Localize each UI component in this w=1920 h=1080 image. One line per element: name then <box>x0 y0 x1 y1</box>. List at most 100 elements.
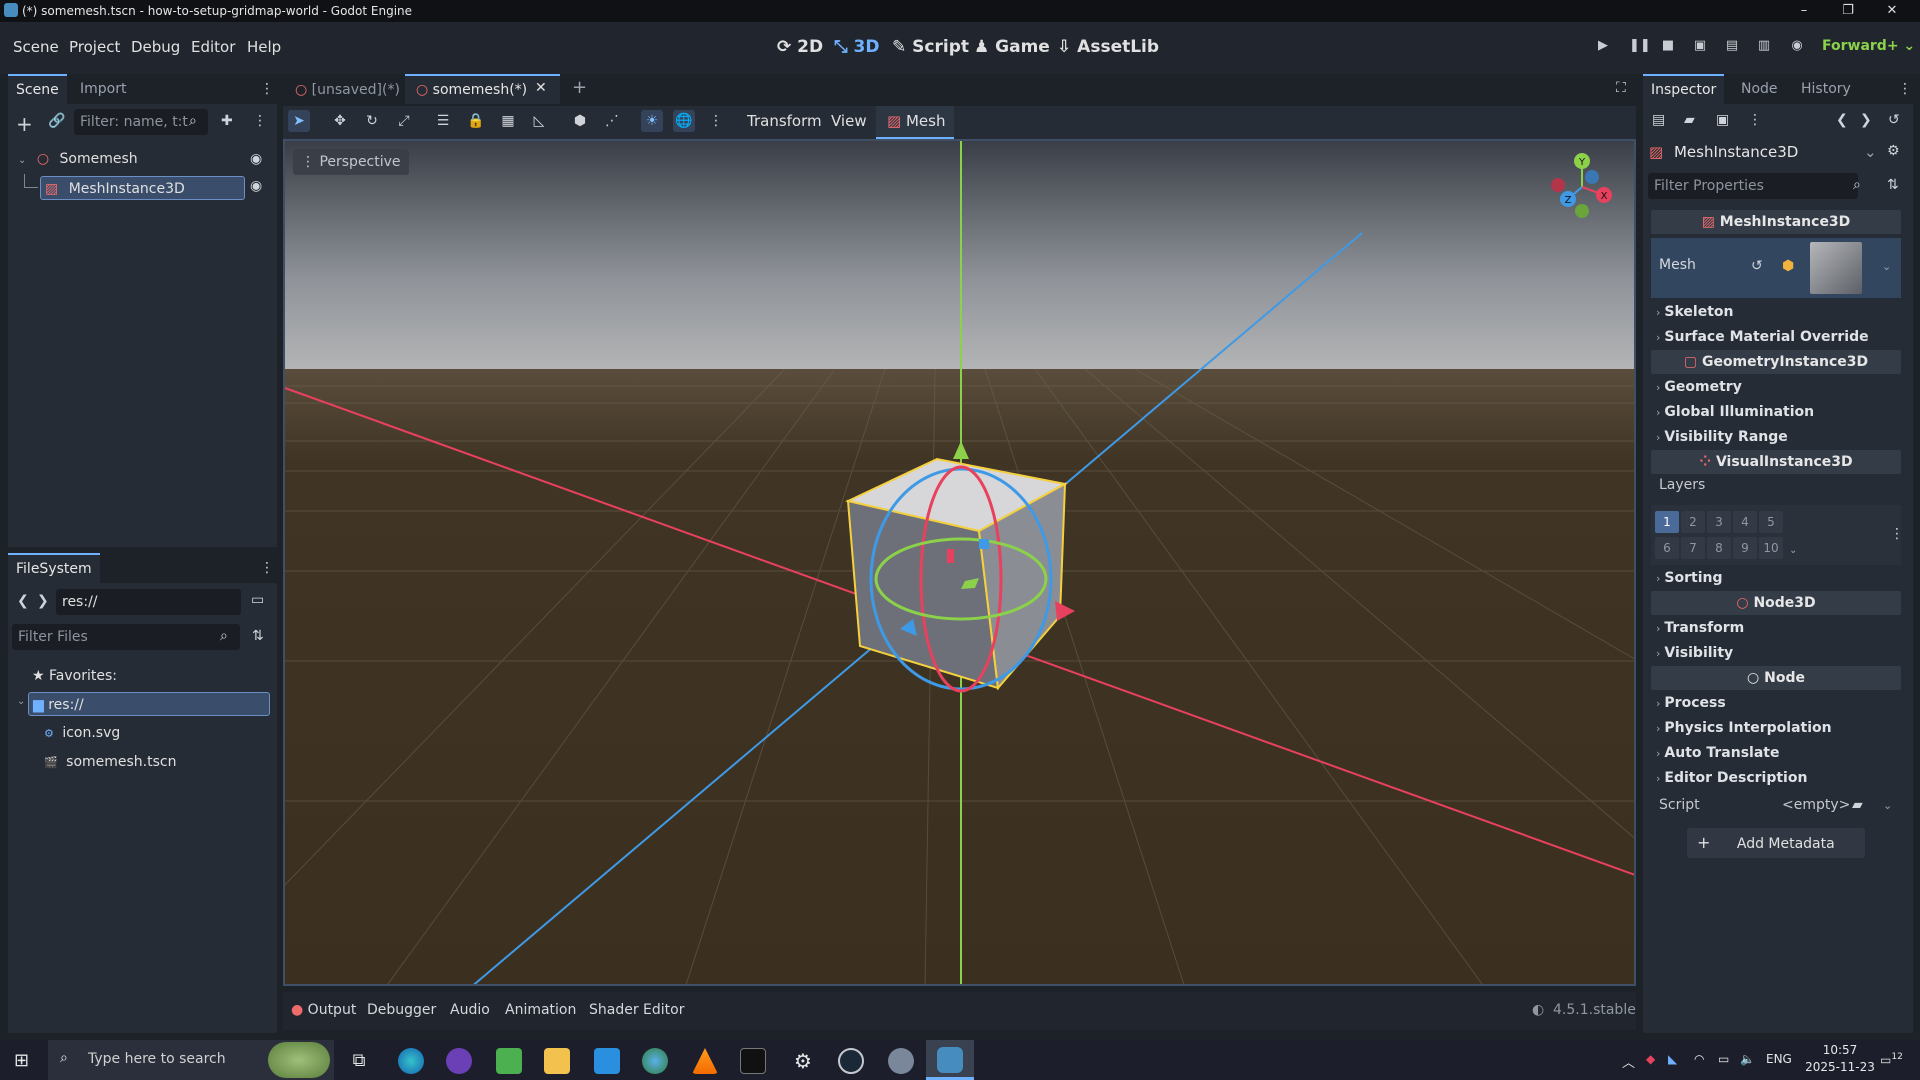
tab-shader-editor[interactable]: Shader Editor <box>589 1002 684 1018</box>
move-tool-icon[interactable]: ✥ <box>329 110 351 132</box>
tab-debugger[interactable]: Debugger <box>367 1002 436 1018</box>
split-view-icon[interactable]: ▭ <box>251 592 264 608</box>
scale-tool-icon[interactable]: ⤢ <box>393 110 415 132</box>
file-row-icon-svg[interactable]: ⚙ icon.svg <box>44 721 120 745</box>
revert-icon[interactable]: ↺ <box>1751 258 1763 274</box>
section-editor-description[interactable]: › Editor Description <box>1656 766 1807 790</box>
path-field[interactable]: res:// <box>56 589 241 615</box>
visibility-eye-icon[interactable]: ◉ <box>250 147 262 171</box>
section-physics-interpolation[interactable]: › Physics Interpolation <box>1656 716 1832 740</box>
play-scene-icon[interactable]: ▤ <box>1725 39 1739 53</box>
dock-menu-icon-3[interactable]: ⋮ <box>1898 81 1912 97</box>
add-tab-button[interactable]: + <box>572 77 587 98</box>
settings-gear-icon[interactable]: ⚙ <box>790 1048 816 1074</box>
layer-3[interactable]: 3 <box>1707 511 1731 533</box>
scene-menu-icon[interactable]: ⋮ <box>253 113 267 129</box>
layer-10[interactable]: 10 <box>1759 537 1783 559</box>
add-metadata-button[interactable]: + Add Metadata <box>1687 828 1865 858</box>
windows-start-icon[interactable]: ⊞ <box>14 1050 29 1071</box>
mode-script-button[interactable]: ✎ Script <box>892 37 969 57</box>
tab-filesystem[interactable]: FileSystem <box>8 553 100 583</box>
mesh-preview-thumbnail[interactable] <box>1810 242 1862 294</box>
object-history-icon[interactable]: ↺ <box>1888 112 1900 128</box>
local-space-icon[interactable]: ⬢ <box>569 110 591 132</box>
tray-app-icon[interactable]: ◆ <box>1646 1052 1655 1066</box>
task-view-icon[interactable]: ⧉ <box>346 1048 372 1074</box>
mode-assetlib-button[interactable]: ⇩ AssetLib <box>1057 37 1159 57</box>
mode-2d-button[interactable]: ⟳ 2D <box>777 37 823 57</box>
tree-row-somemesh[interactable]: ⌄ ○ Somemesh ◉ <box>18 147 268 171</box>
menu-scene[interactable]: Scene <box>13 38 59 56</box>
menu-debug[interactable]: Debug <box>131 38 180 56</box>
section-surface-material-override[interactable]: › Surface Material Override <box>1656 325 1869 349</box>
volume-icon[interactable]: 🔈 <box>1740 1052 1755 1066</box>
pause-icon[interactable]: ❚❚ <box>1629 39 1651 53</box>
add-node-icon[interactable]: + <box>16 112 33 136</box>
distraction-free-icon[interactable]: ⛶ <box>1616 80 1626 96</box>
link-icon[interactable]: 🔗 <box>48 113 65 129</box>
favorites-row[interactable]: ★ Favorites: <box>32 664 117 688</box>
section-sorting[interactable]: › Sorting <box>1656 566 1723 590</box>
script-property-value[interactable]: <empty> <box>1782 797 1850 813</box>
minimize-button[interactable]: – <box>1782 0 1826 22</box>
section-global-illumination[interactable]: › Global Illumination <box>1656 400 1814 424</box>
section-visibility-range[interactable]: › Visibility Range <box>1656 425 1788 449</box>
tab-inspector[interactable]: Inspector <box>1643 74 1725 104</box>
new-resource-icon[interactable]: ▤ <box>1652 112 1665 128</box>
battery-icon[interactable]: ▭ <box>1718 1052 1729 1066</box>
layer-9[interactable]: 9 <box>1733 537 1757 559</box>
notepad-icon[interactable] <box>496 1048 522 1074</box>
dock-menu-icon-2[interactable]: ⋮ <box>260 560 274 576</box>
terminal-icon[interactable] <box>740 1048 766 1074</box>
select-tool-icon[interactable]: ➤ <box>288 110 310 132</box>
res-root-row[interactable]: ▆ res:// <box>28 692 270 716</box>
menu-project[interactable]: Project <box>69 38 120 56</box>
tab-import[interactable]: Import <box>72 74 134 104</box>
vscode-icon[interactable] <box>594 1048 620 1074</box>
snap-icon[interactable]: ⋰ <box>601 110 623 132</box>
open-folder-icon[interactable]: ▰ <box>1684 112 1695 128</box>
scene-filter-input[interactable]: Filter: name, t:t <box>74 109 208 135</box>
edge-browser-icon[interactable] <box>398 1048 424 1074</box>
layer-1[interactable]: 1 <box>1655 511 1679 533</box>
close-tab-icon[interactable]: ✕ <box>535 80 547 96</box>
save-icon[interactable]: ▣ <box>1716 112 1729 128</box>
tree-row-meshinstance3d[interactable]: ▨ MeshInstance3D <box>40 176 245 200</box>
attach-script-icon[interactable]: ✚ <box>221 113 233 129</box>
tab-scene[interactable]: Scene <box>8 74 67 104</box>
group-icon[interactable]: ▦ <box>497 110 519 132</box>
notification-center-icon[interactable]: ▭12 <box>1880 1052 1903 1067</box>
layer-7[interactable]: 7 <box>1681 537 1705 559</box>
clock-time[interactable]: 10:57 <box>1808 1043 1872 1057</box>
godot-taskbar-button[interactable] <box>926 1040 974 1080</box>
github-desktop-icon[interactable] <box>446 1048 472 1074</box>
tray-chevron-icon[interactable]: ︿ <box>1622 1052 1635 1071</box>
layer-2[interactable]: 2 <box>1681 511 1705 533</box>
dock-menu-icon[interactable]: ⋮ <box>260 81 274 97</box>
rotate-tool-icon[interactable]: ↻ <box>361 110 383 132</box>
maximize-button[interactable]: ❐ <box>1826 0 1870 22</box>
chevron-down-icon-4[interactable]: ⌄ <box>1882 260 1891 273</box>
plane-handle-z[interactable] <box>979 539 989 549</box>
remote-debug-icon[interactable]: ▣ <box>1693 39 1707 53</box>
object-settings-icon[interactable]: ⚙ <box>1887 143 1900 159</box>
expand-layers-icon[interactable]: ⌄ <box>1789 545 1797 556</box>
layers-menu-icon[interactable]: ⋮ <box>1890 526 1904 542</box>
transform-menu[interactable]: Transform <box>747 110 822 132</box>
menu-editor[interactable]: Editor <box>191 38 235 56</box>
plane-handle-x[interactable] <box>947 549 954 563</box>
chevron-down-icon-5[interactable]: ⌄ <box>1883 799 1892 812</box>
menu-help[interactable]: Help <box>247 38 281 56</box>
tab-output[interactable]: ● Output <box>291 1002 356 1018</box>
file-row-somemesh[interactable]: 🎬 somemesh.tscn <box>44 750 177 774</box>
node-selector[interactable]: ▨ MeshInstance3D ⌄ <box>1649 139 1879 165</box>
globe-app-icon[interactable] <box>642 1048 668 1074</box>
close-window-button[interactable]: ✕ <box>1870 0 1914 22</box>
tab-audio[interactable]: Audio <box>450 1002 490 1018</box>
perspective-menu[interactable]: ⋮ Perspective <box>293 149 409 175</box>
section-auto-translate[interactable]: › Auto Translate <box>1656 741 1780 765</box>
sort-icon[interactable]: ⇅ <box>252 628 264 644</box>
tab-history[interactable]: History <box>1793 74 1859 104</box>
orientation-gizmo[interactable]: Y X Z <box>1550 151 1620 221</box>
mode-3d-button[interactable]: ⤡ 3D <box>834 37 879 57</box>
